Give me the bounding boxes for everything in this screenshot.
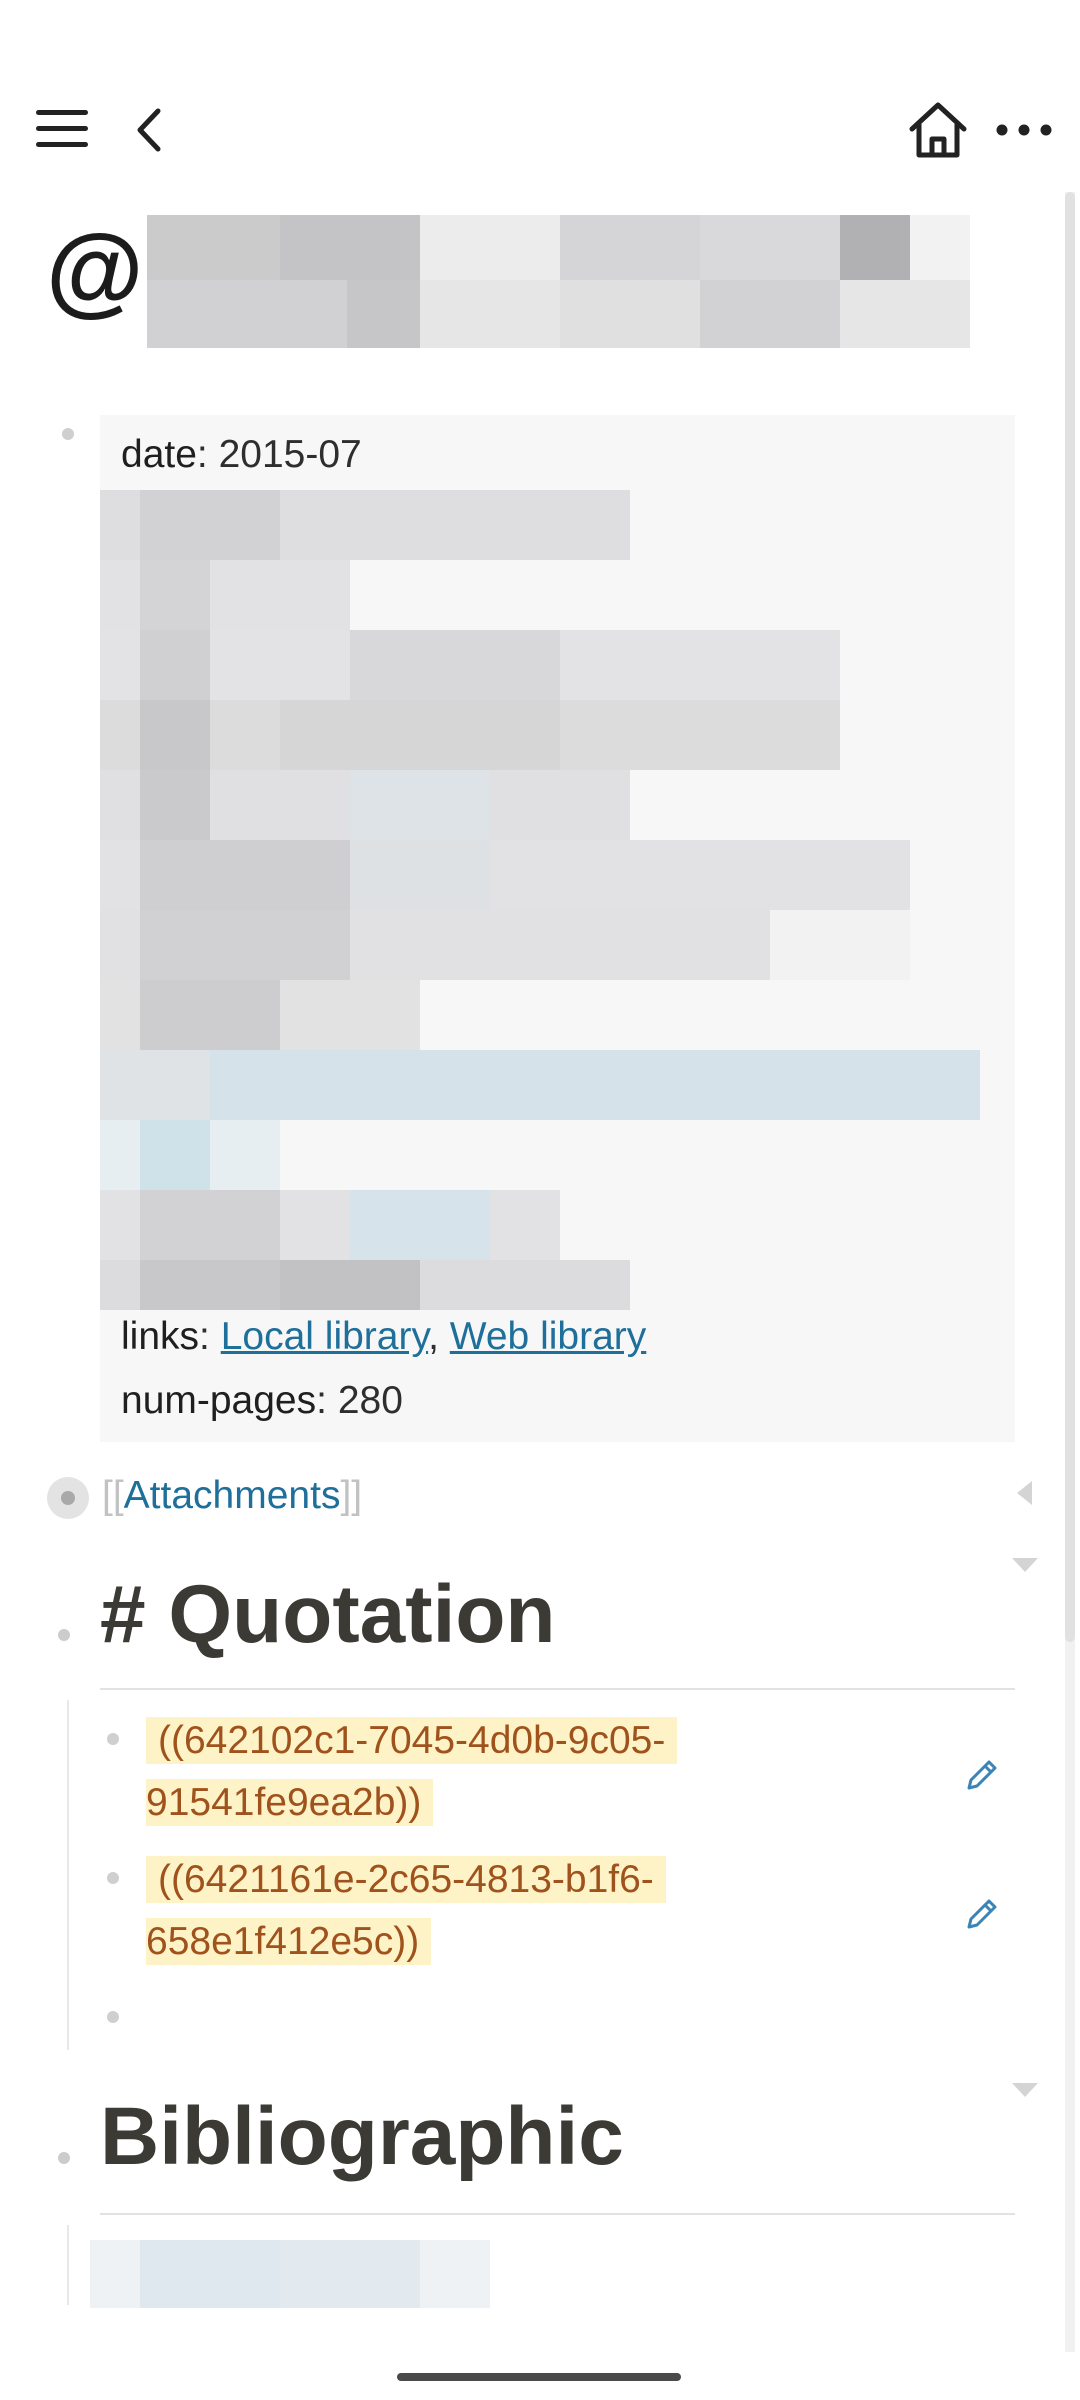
heading-divider <box>100 1688 1015 1690</box>
caret-left-icon[interactable] <box>1014 1479 1034 1507</box>
more-horizontal-icon[interactable] <box>994 115 1054 145</box>
web-library-link[interactable]: Web library <box>450 1315 647 1358</box>
scrollbar-thumb[interactable] <box>1065 192 1075 1642</box>
block-bullet[interactable] <box>107 1872 119 1884</box>
home-icon[interactable] <box>906 99 970 161</box>
property-key-links: links <box>121 1315 200 1358</box>
local-library-link[interactable]: Local library <box>221 1315 428 1358</box>
block-reference[interactable]: ((6421161e-2c65-4813-b1f6- 658e1f412e5c)… <box>146 1849 666 1973</box>
block-bullet[interactable] <box>107 1733 119 1745</box>
edit-pencil-icon[interactable] <box>963 1756 1001 1794</box>
property-key-date: date <box>121 433 197 476</box>
empty-block-bullet[interactable] <box>107 2011 119 2023</box>
hamburger-menu-icon[interactable] <box>34 107 90 151</box>
edit-pencil-icon[interactable] <box>963 1895 1001 1933</box>
block-bullet[interactable] <box>58 2152 70 2164</box>
property-links: links: Local library, Web library <box>121 1315 647 1358</box>
property-key-num-pages: num-pages <box>121 1379 317 1422</box>
attachments-link[interactable]: Attachments <box>124 1474 341 1517</box>
block-bullet[interactable] <box>62 428 74 440</box>
property-value-num-pages: 280 <box>337 1379 403 1422</box>
property-value-date: 2015-07 <box>218 433 362 476</box>
page-title-prefix: @ <box>46 214 144 326</box>
caret-down-icon[interactable] <box>1010 2080 1040 2100</box>
chevron-left-icon[interactable] <box>128 105 168 155</box>
children-guide-line <box>67 1700 69 2050</box>
attachments-page-ref[interactable]: [[Attachments]] <box>102 1472 362 1520</box>
heading-divider <box>100 2213 1015 2215</box>
property-date: date: 2015-07 <box>121 433 362 476</box>
caret-down-icon[interactable] <box>1010 1555 1040 1575</box>
property-num-pages: num-pages: 280 <box>121 1379 403 1422</box>
top-toolbar <box>0 95 1080 165</box>
home-indicator[interactable] <box>397 2373 681 2381</box>
bibliographic-heading: Bibliographic <box>100 2091 624 2182</box>
quotation-heading: # Quotation <box>100 1569 556 1660</box>
block-bullet[interactable] <box>58 1629 70 1641</box>
block-reference[interactable]: ((642102c1-7045-4d0b-9c05- 91541fe9ea2b)… <box>146 1710 678 1834</box>
collapsed-block-bullet-dot <box>61 1491 75 1505</box>
children-guide-line <box>67 2225 69 2305</box>
